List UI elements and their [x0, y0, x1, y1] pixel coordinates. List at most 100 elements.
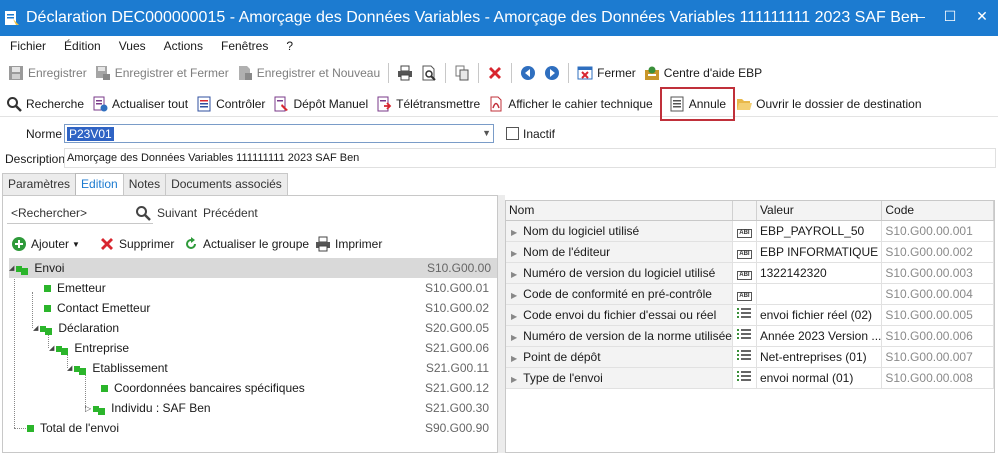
tree-node-total-envoi[interactable]: Total de l'envoi S90.G00.90	[11, 418, 495, 438]
tree-node-contact-emetteur[interactable]: Contact Emetteur S10.G00.02	[11, 298, 495, 318]
tab-notes[interactable]: Notes	[122, 173, 167, 195]
grid-cell-name[interactable]: ▶ Point de dépôt	[506, 346, 733, 368]
grid-cell-name[interactable]: ▶ Numéro de version du logiciel utilisé	[506, 262, 733, 284]
collapse-arrow-icon[interactable]: ◢	[33, 324, 38, 332]
tree-node-declaration[interactable]: ◢ Déclaration S20.G00.05	[11, 318, 495, 338]
description-field[interactable]: Amorçage des Données Variables 111111111…	[64, 148, 996, 168]
check-button[interactable]: Contrôler	[192, 92, 269, 116]
tree-node-entreprise[interactable]: ◢ Entreprise S21.G00.06	[11, 338, 495, 358]
grid-row[interactable]: ▶ Type de l'envoi envoi normal (01) S10.G00…	[506, 367, 994, 389]
search-icon[interactable]	[135, 205, 151, 221]
grid-cell-name[interactable]: ▶ Nom de l'éditeur	[506, 241, 733, 263]
manual-deposit-button[interactable]: Dépôt Manuel	[269, 92, 372, 116]
menu-fenetres[interactable]: Fenêtres	[211, 39, 276, 53]
maximize-button[interactable]: ☐	[934, 0, 966, 32]
grid-row[interactable]: ▶ Numéro de version du logiciel utilisé AB…	[506, 262, 994, 284]
tree-search-input[interactable]: <Rechercher>	[11, 206, 87, 220]
help-center-button[interactable]: Centre d'aide EBP	[640, 61, 766, 85]
add-button[interactable]: Ajouter ▼	[7, 232, 84, 256]
refresh-icon	[186, 237, 196, 249]
grid-cell-name[interactable]: ▶ Code envoi du fichier d'essai ou réel	[506, 304, 733, 326]
grid-row[interactable]: ▶ Numéro de version de la norme utilisée A…	[506, 325, 994, 347]
folder-icon	[737, 98, 753, 110]
print-preview-button[interactable]	[417, 61, 441, 85]
tree-node-coordonnees-bancaires[interactable]: Coordonnées bancaires spécifiques S21.G0…	[11, 378, 495, 398]
panel-splitter[interactable]	[498, 195, 505, 453]
tab-parametres[interactable]: Paramètres	[2, 173, 77, 195]
grid-row[interactable]: ▶ Code de conformité en pré-contrôle ABI S1…	[506, 283, 994, 305]
tab-documents[interactable]: Documents associés	[165, 173, 288, 195]
copy-button[interactable]	[450, 61, 474, 85]
inactive-checkbox[interactable]	[506, 127, 519, 140]
menu-fichier[interactable]: Fichier	[0, 39, 54, 53]
grid-row[interactable]: ▶ Nom du logiciel utilisé ABI EBP_PAYROLL_5…	[506, 220, 994, 242]
grid-cell-name-text: Code envoi du fichier d'essai ou réel	[523, 307, 717, 322]
grid-cell-value[interactable]: envoi fichier réel (02)	[756, 304, 883, 326]
tree-node-emetteur[interactable]: Emetteur S10.G00.01	[11, 278, 495, 298]
minimize-button[interactable]: —	[902, 0, 934, 32]
grid-cell-value[interactable]: Net-entreprises (01)	[756, 346, 883, 368]
grid-cell-value[interactable]: EBP_PAYROLL_50	[756, 220, 883, 242]
grid-cell-name[interactable]: ▶ Type de l'envoi	[506, 367, 733, 389]
grid-row[interactable]: ▶ Code envoi du fichier d'essai ou réel en…	[506, 304, 994, 326]
row-expand-icon: ▶	[511, 353, 518, 363]
search-icon	[7, 96, 22, 112]
menu-actions[interactable]: Actions	[154, 39, 211, 53]
collapse-arrow-icon[interactable]: ◢	[9, 264, 14, 272]
delete-node-button[interactable]: Supprimer	[95, 232, 178, 256]
grid-cell-value[interactable]: Année 2023 Version ...	[756, 325, 883, 347]
menu-edition[interactable]: Édition	[54, 39, 109, 53]
search-next-link[interactable]: Suivant	[157, 206, 197, 220]
node-group-icon	[93, 404, 106, 415]
column-header-valeur[interactable]: Valeur	[756, 201, 883, 221]
collapse-arrow-icon[interactable]: ◢	[67, 364, 72, 372]
tree-node-envoi[interactable]: ◢ Envoi S10.G00.00	[9, 258, 497, 278]
menu-help[interactable]: ?	[276, 39, 301, 53]
delete-button[interactable]	[483, 61, 507, 85]
chevron-down-icon[interactable]: ▼	[482, 128, 491, 138]
open-folder-button[interactable]: Ouvrir le dossier de destination	[732, 92, 925, 116]
refresh-group-button[interactable]: Actualiser le groupe	[179, 232, 313, 256]
search-button[interactable]: Recherche	[2, 92, 88, 116]
column-header-nom[interactable]: Nom	[506, 201, 733, 221]
declaration-toolbar: Recherche Actualiser tout Contrôler Dépô…	[0, 86, 998, 121]
expand-arrow-icon[interactable]: ▷	[85, 404, 91, 413]
grid-cell-value[interactable]: 1322142320	[756, 262, 883, 284]
tree-node-code: S21.G00.11	[425, 361, 489, 375]
grid-cell-name[interactable]: ▶ Code de conformité en pré-contrôle	[506, 283, 733, 305]
tree-panel: <Rechercher> Suivant Précédent Ajouter ▼…	[2, 195, 498, 453]
next-record-button[interactable]	[540, 61, 564, 85]
refresh-all-button[interactable]: Actualiser tout	[88, 92, 192, 116]
save-close-button[interactable]: Enregistrer et Fermer	[91, 61, 233, 85]
tab-edition[interactable]: Edition	[75, 173, 124, 196]
grid-cell-value[interactable]: envoi normal (01)	[756, 367, 883, 389]
tree-node-etablissement[interactable]: ◢ Etablissement S21.G00.11	[11, 358, 495, 378]
collapse-arrow-icon[interactable]: ◢	[49, 344, 54, 352]
grid-row[interactable]: ▶ Nom de l'éditeur ABI EBP INFORMATIQUE S10.…	[506, 241, 994, 263]
print-button[interactable]	[393, 61, 417, 85]
grid-cell-value[interactable]	[756, 283, 883, 305]
check-label: Contrôler	[216, 96, 266, 111]
close-doc-icon	[577, 66, 593, 80]
close-window-button[interactable]: ✕	[966, 0, 998, 32]
menu-vues[interactable]: Vues	[109, 39, 154, 53]
norme-combobox[interactable]: P23V01 ▼	[64, 124, 494, 143]
grid-row[interactable]: ▶ Point de dépôt Net-entreprises (01) S10.G…	[506, 346, 994, 368]
grid-cell-name[interactable]: ▶ Numéro de version de la norme utilisée	[506, 325, 733, 347]
save-close-label: Enregistrer et Fermer	[114, 66, 229, 80]
save-new-button[interactable]: Enregistrer et Nouveau	[233, 61, 384, 85]
cancel-declaration-button[interactable]: Annule	[659, 86, 736, 121]
grid-cell-value[interactable]: EBP INFORMATIQUE	[756, 241, 883, 263]
show-spec-button[interactable]: Afficher le cahier technique	[484, 92, 657, 116]
column-header-code[interactable]: Code	[881, 201, 994, 221]
search-previous-link[interactable]: Précédent	[203, 206, 258, 220]
previous-record-button[interactable]	[516, 61, 540, 85]
print-tree-button[interactable]: Imprimer	[311, 232, 386, 256]
close-button[interactable]: Fermer	[573, 61, 640, 85]
tree-search-box[interactable]: <Rechercher>	[7, 202, 153, 224]
tree-node-individu[interactable]: ▷ Individu : SAF Ben S21.G00.30	[11, 398, 495, 418]
print-tree-label: Imprimer	[335, 237, 383, 251]
grid-cell-name[interactable]: ▶ Nom du logiciel utilisé	[506, 220, 733, 242]
teletransmit-button[interactable]: Télétransmettre	[372, 92, 484, 116]
save-button[interactable]: Enregistrer	[4, 61, 91, 85]
